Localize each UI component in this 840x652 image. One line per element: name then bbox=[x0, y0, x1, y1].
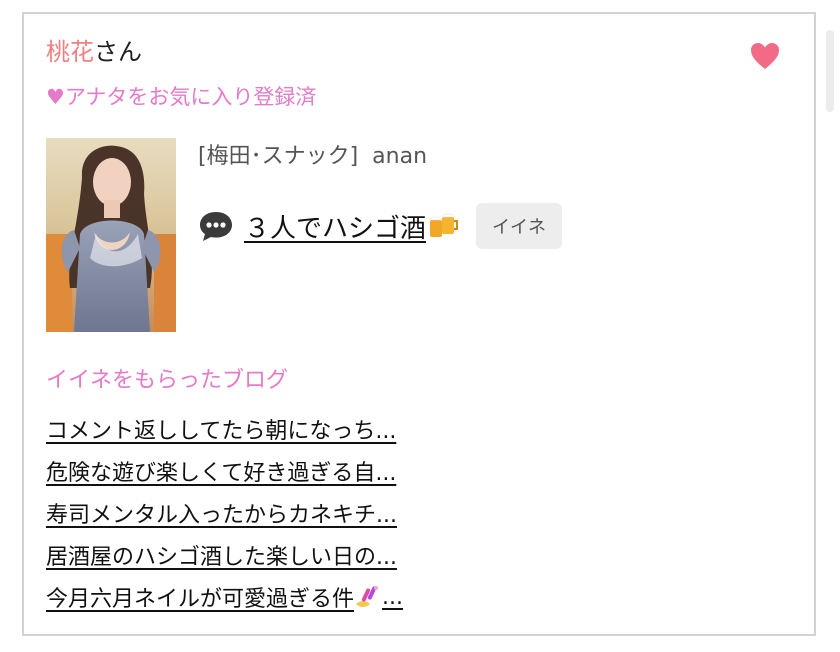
shop-label[interactable]: [梅田･スナック] bbox=[198, 144, 358, 169]
profile-photo-image bbox=[46, 138, 176, 332]
speech-bubble-icon bbox=[200, 212, 232, 241]
liked-blogs-heading: イイネをもらったブログ bbox=[46, 368, 289, 393]
favorite-status: ♥アナタをお気に入り登録済 bbox=[46, 85, 317, 109]
heart-icon[interactable] bbox=[749, 40, 781, 72]
shop-info: [梅田･スナック] anan bbox=[198, 142, 427, 172]
blog-link-nail[interactable]: 今月六月ネイルが可愛過ぎる件 ... bbox=[46, 576, 403, 618]
blog-link[interactable]: コメント返ししてたら朝になっち... bbox=[46, 408, 403, 450]
like-button[interactable]: イイネ bbox=[476, 203, 563, 249]
profile-name-row: 桃花さん bbox=[46, 36, 142, 68]
profile-name[interactable]: 桃花 bbox=[46, 38, 94, 66]
profile-handle: anan bbox=[372, 144, 428, 169]
name-honorific: さん bbox=[94, 38, 142, 66]
blog-link-ellipsis: ... bbox=[382, 584, 403, 610]
liked-blogs-list: コメント返ししてたら朝になっち... 危険な遊び楽しくて好き過ぎる自... 寿司… bbox=[46, 408, 403, 618]
latest-post: ３人でハシゴ酒 イイネ bbox=[198, 203, 563, 249]
blog-link-text: 今月六月ネイルが可愛過ぎる件 bbox=[46, 587, 355, 612]
post-title-link[interactable]: ３人でハシゴ酒 bbox=[244, 208, 426, 245]
blog-link[interactable]: 寿司メンタル入ったからカネキチ... bbox=[46, 492, 403, 534]
profile-card: 桃花さん ♥アナタをお気に入り登録済 [梅田･スナック] anan ３人でハシゴ… bbox=[22, 12, 816, 636]
scrollbar[interactable] bbox=[826, 30, 834, 112]
blog-link[interactable]: 居酒屋のハシゴ酒した楽しい日の... bbox=[46, 534, 403, 576]
profile-photo[interactable] bbox=[46, 138, 176, 332]
nail-polish-icon bbox=[356, 586, 379, 607]
beer-mugs-icon bbox=[429, 213, 459, 237]
blog-link[interactable]: 危険な遊び楽しくて好き過ぎる自... bbox=[46, 450, 403, 492]
